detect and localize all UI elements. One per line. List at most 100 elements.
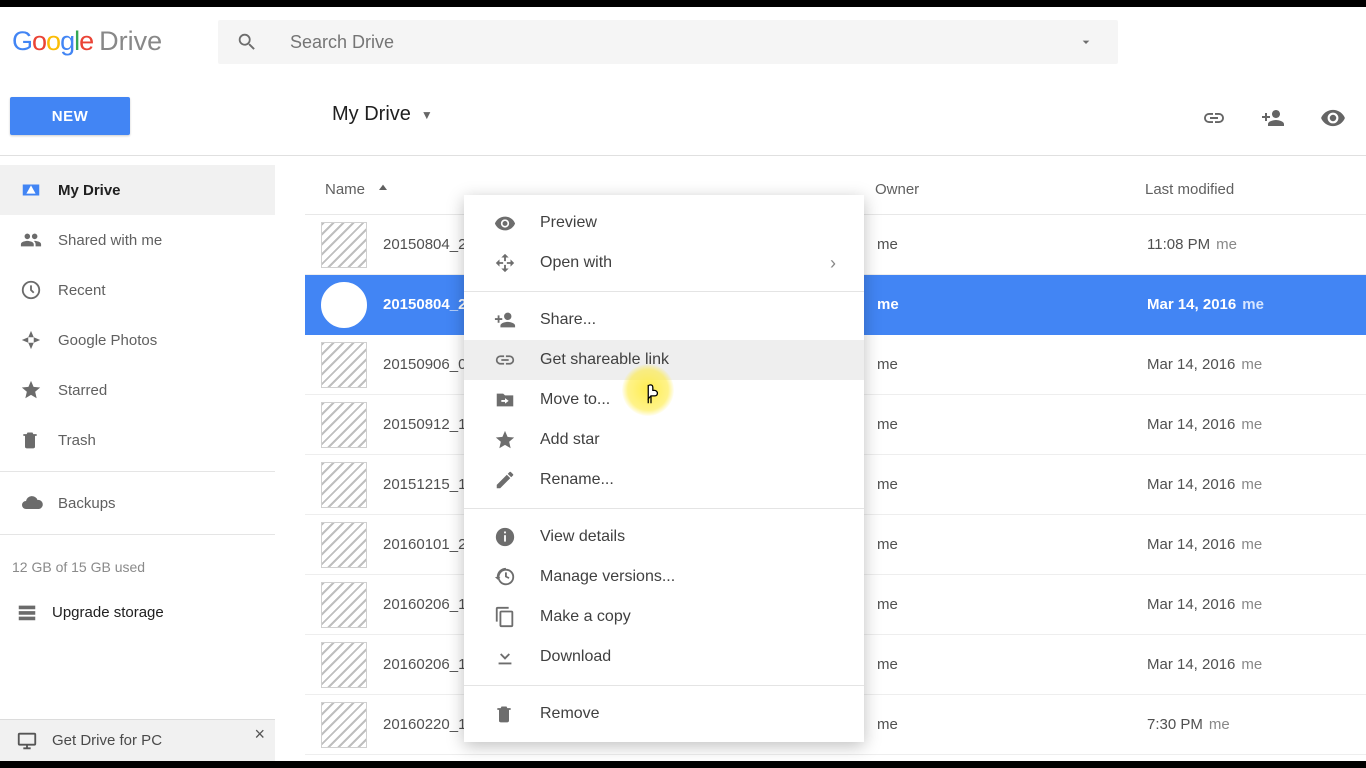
trash-icon <box>494 704 540 724</box>
context-menu-link[interactable]: Get shareable link <box>464 340 864 380</box>
context-menu-label: Open with <box>540 254 612 272</box>
context-menu-personadd[interactable]: Share... <box>464 300 864 340</box>
star-icon <box>494 429 540 451</box>
chevron-down-icon: ▼ <box>421 108 433 122</box>
history-icon <box>494 566 540 588</box>
selection-actions <box>1202 105 1346 131</box>
sidebar-item-my-drive[interactable]: My Drive <box>0 165 275 215</box>
eye-icon <box>494 212 540 234</box>
sidebar-item-starred[interactable]: Starred <box>0 365 275 415</box>
upgrade-storage[interactable]: Upgrade storage <box>0 585 275 639</box>
location-breadcrumb[interactable]: My Drive ▼ <box>332 103 433 126</box>
context-menu-label: Make a copy <box>540 608 631 626</box>
sidebar-item-photos[interactable]: Google Photos <box>0 315 275 365</box>
link-icon[interactable] <box>1202 106 1226 130</box>
context-menu-openwith[interactable]: Open with › <box>464 243 864 283</box>
context-menu-rename[interactable]: Rename... <box>464 460 864 500</box>
openwith-icon <box>494 252 540 274</box>
header-divider <box>0 155 1366 156</box>
people-icon <box>20 229 58 251</box>
sidebar-item-trash[interactable]: Trash <box>0 415 275 465</box>
link-icon <box>494 349 540 371</box>
context-menu-label: Remove <box>540 705 600 723</box>
photos-icon <box>20 329 58 351</box>
search-icon <box>236 31 258 53</box>
file-owner: me <box>877 656 1147 673</box>
search-input[interactable] <box>290 32 1078 53</box>
sidebar-item-label: Recent <box>58 282 106 299</box>
file-modified: Mar 14, 2016me <box>1147 356 1366 373</box>
logo[interactable]: Google Drive <box>12 26 162 57</box>
file-owner: me <box>877 536 1147 553</box>
new-button[interactable]: NEW <box>10 97 130 135</box>
header: Google Drive <box>0 7 1366 75</box>
context-menu-separator <box>464 291 864 292</box>
app-root: Google Drive NEW My Drive ▼ <box>0 7 1366 761</box>
cloud-icon <box>20 491 58 515</box>
storage-quota: 12 GB of 15 GB used <box>0 541 275 585</box>
column-modified-label: Last modified <box>1145 181 1234 198</box>
context-menu-label: View details <box>540 528 625 546</box>
context-menu-eye[interactable]: Preview <box>464 203 864 243</box>
sidebar-item-backups[interactable]: Backups <box>0 478 275 528</box>
chevron-right-icon: › <box>830 253 836 274</box>
desktop-icon <box>16 730 52 752</box>
get-drive-promo[interactable]: Get Drive for PC × <box>0 719 275 761</box>
context-menu-label: Download <box>540 648 611 666</box>
location-label: My Drive <box>332 103 411 126</box>
context-menu-copy[interactable]: Make a copy <box>464 597 864 637</box>
rename-icon <box>494 469 540 491</box>
column-owner-label: Owner <box>875 181 919 198</box>
context-menu-label: Add star <box>540 431 600 449</box>
sidebar-item-recent[interactable]: Recent <box>0 265 275 315</box>
file-modified: 11:08 PMme <box>1147 236 1366 253</box>
file-modified: Mar 14, 2016me <box>1147 596 1366 613</box>
file-thumbnail <box>321 462 367 508</box>
context-menu-info[interactable]: View details <box>464 517 864 557</box>
file-thumbnail <box>321 702 367 748</box>
sidebar-item-shared[interactable]: Shared with me <box>0 215 275 265</box>
column-name-label: Name <box>325 181 365 198</box>
file-thumbnail <box>321 282 367 328</box>
upgrade-label: Upgrade storage <box>52 604 164 621</box>
logo-google: Google <box>12 26 93 57</box>
sidebar-item-label: My Drive <box>58 182 121 199</box>
context-menu-label: Get shareable link <box>540 351 669 369</box>
person-add-icon[interactable] <box>1261 106 1285 130</box>
copy-icon <box>494 606 540 628</box>
search-bar[interactable] <box>218 20 1118 64</box>
file-thumbnail <box>321 342 367 388</box>
promo-label: Get Drive for PC <box>52 732 162 749</box>
file-modified: Mar 14, 2016me <box>1147 296 1366 313</box>
context-menu-download[interactable]: Download <box>464 637 864 677</box>
file-modified: Mar 14, 2016me <box>1147 536 1366 553</box>
search-options-icon[interactable] <box>1078 34 1094 50</box>
context-menu-star[interactable]: Add star <box>464 420 864 460</box>
file-modified: Mar 14, 2016me <box>1147 416 1366 433</box>
column-owner[interactable]: Owner <box>875 181 1145 198</box>
context-menu-label: Manage versions... <box>540 568 675 586</box>
action-bar: NEW My Drive ▼ <box>0 75 1366 155</box>
letterbox-bottom <box>0 761 1366 768</box>
file-thumbnail <box>321 582 367 628</box>
context-menu: Preview Open with › Share... Get shareable l… <box>464 195 864 742</box>
context-menu-label: Preview <box>540 214 597 232</box>
close-icon[interactable]: × <box>254 724 265 745</box>
context-menu-moveto[interactable]: Move to... <box>464 380 864 420</box>
info-icon <box>494 526 540 548</box>
moveto-icon <box>494 389 540 411</box>
file-thumbnail <box>321 222 367 268</box>
column-modified[interactable]: Last modified <box>1145 181 1366 198</box>
file-thumbnail <box>321 402 367 448</box>
context-menu-trash[interactable]: Remove <box>464 694 864 734</box>
sidebar-item-label: Trash <box>58 432 96 449</box>
file-owner: me <box>877 596 1147 613</box>
file-owner: me <box>877 716 1147 733</box>
context-menu-history[interactable]: Manage versions... <box>464 557 864 597</box>
context-menu-label: Share... <box>540 311 596 329</box>
context-menu-label: Rename... <box>540 471 614 489</box>
file-modified: Mar 14, 2016me <box>1147 476 1366 493</box>
preview-icon[interactable] <box>1320 105 1346 131</box>
logo-product: Drive <box>99 26 162 57</box>
sidebar-item-label: Google Photos <box>58 332 157 349</box>
